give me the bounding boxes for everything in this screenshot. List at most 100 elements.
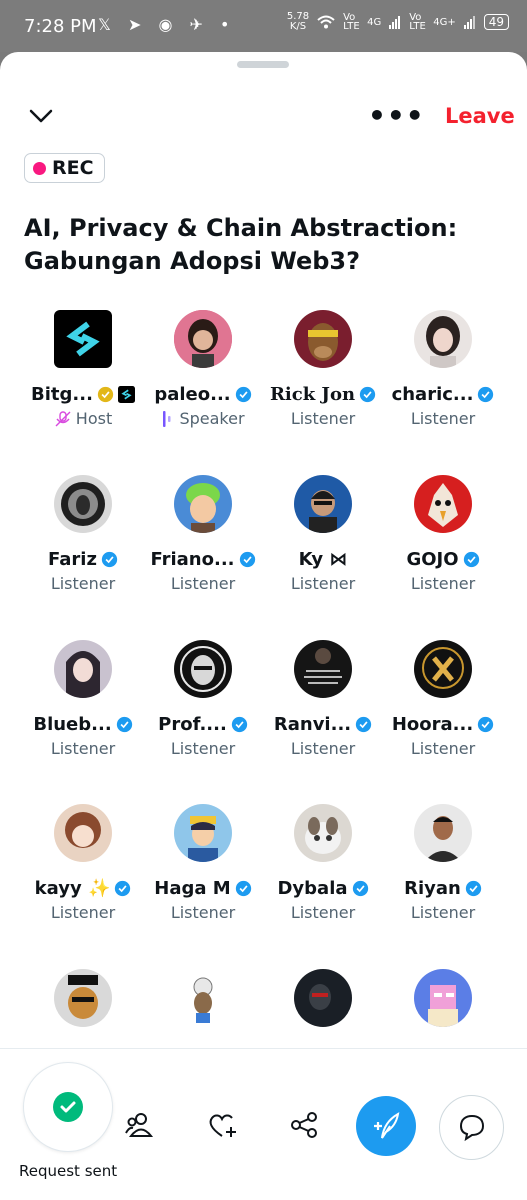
verified-icon xyxy=(359,386,376,403)
rec-badge: REC xyxy=(24,153,105,183)
chevron-down-icon[interactable] xyxy=(28,107,54,125)
avatar xyxy=(54,804,112,862)
heart-add-icon[interactable] xyxy=(206,1109,238,1141)
space-sheet: ••• Leave REC AI, Privacy & Chain Abstra… xyxy=(0,52,527,1200)
speaking-bars-icon xyxy=(163,410,171,427)
wifi-icon xyxy=(317,15,335,29)
participant-role: Listener xyxy=(170,574,236,593)
avatar xyxy=(414,804,472,862)
avatar xyxy=(414,310,472,368)
verified-icon xyxy=(478,386,494,403)
avatar xyxy=(174,640,232,698)
space-title: AI, Privacy & Chain Abstraction: Gabunga… xyxy=(24,214,458,275)
participant-role: Listener xyxy=(290,409,356,428)
avatar xyxy=(294,475,352,533)
sim1-label: Vo LTE xyxy=(343,12,360,32)
share-icon[interactable] xyxy=(288,1109,320,1141)
verified-icon xyxy=(235,880,251,897)
battery-icon: 49 xyxy=(483,14,509,30)
avatar xyxy=(294,310,352,368)
verified-icon xyxy=(231,716,247,733)
verified-icon xyxy=(115,880,131,897)
avatar xyxy=(294,969,352,1027)
check-icon xyxy=(53,1092,83,1122)
participant-name: Friano... xyxy=(150,549,235,570)
participant-role: Listener xyxy=(290,739,356,758)
participant-role: Listener xyxy=(170,903,236,922)
participant-name: paleo... xyxy=(154,384,231,405)
verified-icon xyxy=(116,716,132,733)
participant-name: Ranvi... xyxy=(273,714,352,735)
verified-icon xyxy=(465,880,482,897)
avatar xyxy=(54,969,112,1027)
avatar xyxy=(174,475,232,533)
participant-role: Listener xyxy=(410,574,476,593)
participant-name: Ky ⋈ xyxy=(298,549,348,570)
rec-label: REC xyxy=(52,157,94,179)
participant-role: Listener xyxy=(410,409,476,428)
request-button[interactable] xyxy=(23,1062,113,1152)
signal-icon-2 xyxy=(463,16,475,29)
avatar xyxy=(294,804,352,862)
participant-name: GOJO xyxy=(406,549,459,570)
verified-icon xyxy=(101,551,118,568)
verified-icon xyxy=(478,716,494,733)
more-options-icon[interactable]: ••• xyxy=(368,102,425,130)
signal-icon xyxy=(389,16,401,29)
comments-button[interactable] xyxy=(439,1095,504,1160)
verified-icon xyxy=(239,551,255,568)
participant-role: Listener xyxy=(170,739,236,758)
participant-role: Listener xyxy=(50,574,116,593)
avatar xyxy=(54,640,112,698)
avatar xyxy=(414,475,472,533)
compose-button[interactable] xyxy=(356,1096,416,1156)
verified-gold-icon xyxy=(97,386,114,403)
participant-role: Listener xyxy=(50,739,116,758)
participant-role: Listener xyxy=(290,903,356,922)
clock: 7:28 PM xyxy=(24,16,97,37)
net-speed: 5.78 K/S xyxy=(286,11,310,32)
avatar xyxy=(174,310,232,368)
participant-role: Listener xyxy=(410,739,476,758)
verified-icon xyxy=(463,551,479,568)
avatar xyxy=(54,310,112,368)
avatar xyxy=(174,969,232,1027)
avatar xyxy=(294,640,352,698)
feather-plus-icon xyxy=(374,1112,400,1139)
avatar xyxy=(414,640,472,698)
leave-button[interactable]: Leave xyxy=(445,104,515,128)
verified-icon xyxy=(235,386,251,403)
participant-role: Listener xyxy=(410,903,476,922)
rec-dot-icon xyxy=(33,161,46,175)
participant-name: Hoora... xyxy=(391,714,474,735)
mic-off-icon xyxy=(55,410,71,426)
participant-role: Listener xyxy=(290,574,356,593)
participant-name: kayy ✨ xyxy=(34,878,111,899)
participant-role: Host xyxy=(75,409,113,428)
status-right: 5.78 K/S Vo LTE 4G Vo LTE 4G+ 49 xyxy=(287,12,509,32)
participant-name: Dybala xyxy=(277,878,348,899)
avatar xyxy=(414,969,472,1027)
notification-icons: 𝕏 ➤ ◉ ✈ • xyxy=(98,15,236,34)
verified-icon xyxy=(352,880,368,897)
request-sent-label: Request sent xyxy=(19,1162,118,1180)
verified-icon xyxy=(355,716,372,733)
participant-name: Bitg... xyxy=(31,384,93,405)
participant-role: Speaker xyxy=(179,409,245,428)
avatar xyxy=(174,804,232,862)
participant-name: Rick Jon xyxy=(269,384,356,405)
sim1-net: 4G xyxy=(367,16,382,28)
drag-handle[interactable] xyxy=(237,61,289,68)
sim2-net: 4G+ xyxy=(433,16,456,28)
affiliate-logo-icon xyxy=(117,386,135,403)
people-icon[interactable] xyxy=(124,1109,156,1141)
participant-name: Blueb... xyxy=(33,714,112,735)
chat-bubble-icon xyxy=(459,1114,485,1142)
sim2-label: Vo LTE xyxy=(409,12,426,32)
participant-name: charic... xyxy=(391,384,474,405)
status-bar: 7:28 PM 𝕏 ➤ ◉ ✈ • 5.78 K/S Vo LTE 4G Vo L… xyxy=(0,0,527,52)
participant-name: Prof.... xyxy=(158,714,227,735)
participant-role: Listener xyxy=(50,903,116,922)
participant-name: Riyan xyxy=(404,878,461,899)
participant-name: Haga M xyxy=(154,878,231,899)
